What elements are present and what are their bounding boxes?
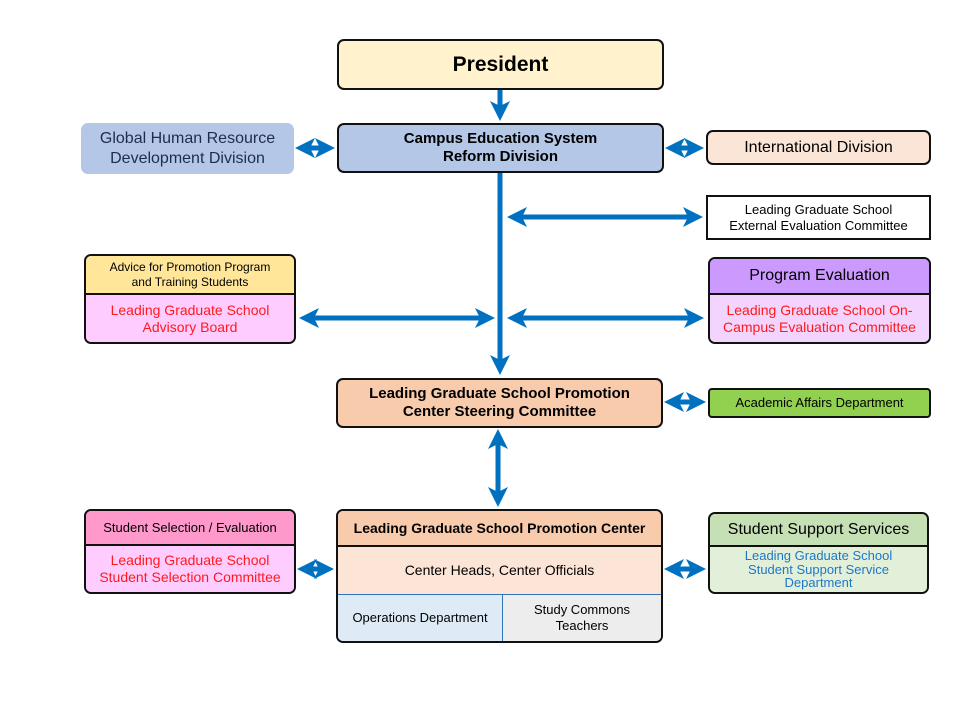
support-header: Student Support Services [710, 514, 927, 547]
global-hr-line1: Global Human Resource [99, 130, 276, 148]
study-commons-line2: Teachers [555, 618, 609, 633]
selection-header: Student Selection / Evaluation [86, 511, 294, 546]
global-hr-box: Global Human Resource Development Divisi… [81, 123, 294, 174]
campus-reform-box: Campus Education System Reform Division [337, 123, 664, 173]
org-chart: President Campus Education System Reform… [0, 0, 960, 720]
academic-affairs-box: Academic Affairs Department [708, 388, 931, 418]
student-selection-box: Student Selection / Evaluation Leading G… [84, 509, 296, 594]
international-box: International Division [706, 130, 931, 165]
advisory-box: Advice for Promotion Program and Trainin… [84, 254, 296, 344]
program-eval-header: Program Evaluation [710, 259, 929, 295]
campus-line2: Reform Division [442, 148, 559, 165]
selection-body2: Student Selection Committee [99, 569, 281, 585]
student-support-box: Student Support Services Leading Graduat… [708, 512, 929, 594]
program-eval-box: Program Evaluation Leading Graduate Scho… [708, 257, 931, 344]
advisory-header1: Advice for Promotion Program [109, 260, 271, 275]
global-hr-line2: Development Division [110, 149, 265, 167]
study-commons-line1: Study Commons [533, 602, 631, 618]
support-body2: Student Support Service [748, 561, 889, 577]
program-eval-body2: Campus Evaluation Committee [723, 318, 916, 335]
program-eval-body1: Leading Graduate School On- [726, 301, 913, 318]
international-label: International Division [744, 138, 893, 156]
president-box: President [337, 39, 664, 90]
steering-line2: Center Steering Committee [402, 403, 597, 420]
advisory-header2: and Training Students [131, 274, 249, 289]
selection-body1: Leading Graduate School [110, 552, 270, 569]
steering-line1: Leading Graduate School Promotion [369, 385, 630, 402]
center-middle: Center Heads, Center Officials [338, 547, 661, 595]
external-eval-box: Leading Graduate School External Evaluat… [706, 195, 931, 240]
campus-line1: Campus Education System [403, 130, 598, 147]
advisory-body2: Advisory Board [142, 318, 238, 335]
promotion-center-box: Leading Graduate School Promotion Center… [336, 509, 663, 643]
center-header: Leading Graduate School Promotion Center [338, 511, 661, 547]
support-body3: Department [784, 575, 853, 591]
steering-committee-box: Leading Graduate School Promotion Center… [336, 378, 663, 428]
external-line2: External Evaluation Committee [729, 217, 908, 233]
support-body1: Leading Graduate School [744, 548, 893, 564]
operations-department: Operations Department [338, 595, 503, 641]
advisory-body1: Leading Graduate School [110, 301, 270, 318]
external-line1: Leading Graduate School [744, 201, 893, 217]
academic-label: Academic Affairs Department [735, 395, 904, 411]
president-label: President [452, 52, 549, 76]
